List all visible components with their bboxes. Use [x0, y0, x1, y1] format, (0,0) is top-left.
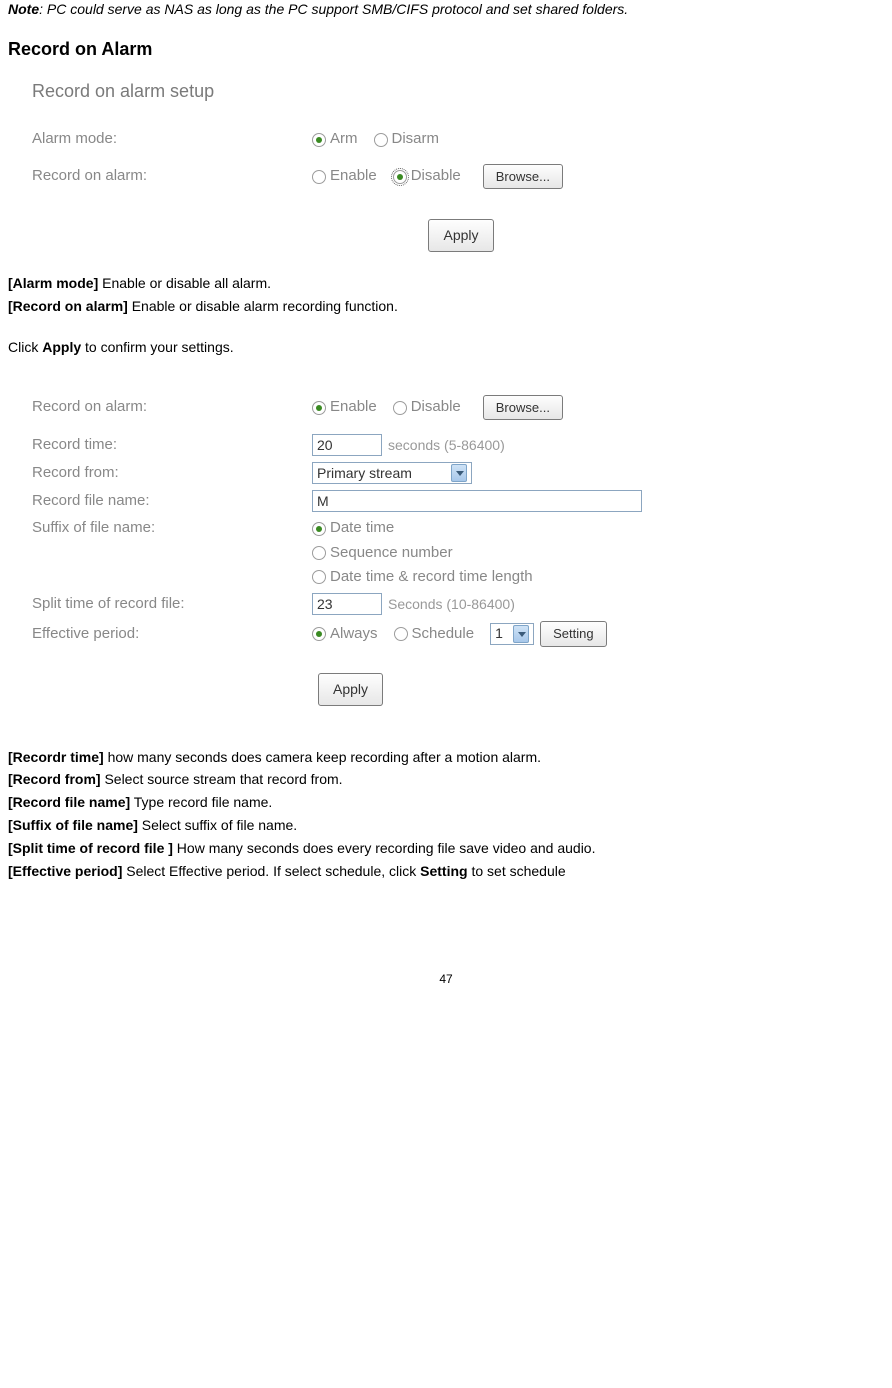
alarm-mode-label: Alarm mode: — [32, 129, 312, 149]
record-time-label: Record time: — [32, 435, 312, 455]
eff-always-radio[interactable] — [312, 627, 326, 641]
effective-label: Effective period: — [32, 624, 312, 644]
record-time-input[interactable] — [312, 434, 382, 456]
apply-post: to confirm your settings. — [81, 339, 234, 355]
enable-label: Enable — [330, 166, 377, 186]
rec-time-desc: [Recordr time] how many seconds does cam… — [8, 748, 884, 767]
disable-radio[interactable] — [393, 170, 407, 184]
record-on-alarm-detail-panel: Record on alarm: Enable Disable Browse..… — [8, 395, 884, 706]
suffix-label: Suffix of file name: — [32, 518, 312, 538]
alarm-mode-desc-text: Enable or disable all alarm. — [98, 275, 271, 291]
suffix-key: [Suffix of file name] — [8, 817, 138, 833]
eff-schedule-radio[interactable] — [394, 627, 408, 641]
suffix-text: Select suffix of file name. — [138, 817, 297, 833]
note-label: Note — [8, 1, 39, 17]
split-row: Split time of record file: Seconds (10-8… — [32, 593, 884, 615]
disarm-radio[interactable] — [374, 133, 388, 147]
record-from-select[interactable]: Primary stream — [312, 462, 472, 484]
suffix-datetime-label: Date time — [330, 518, 394, 538]
browse-button[interactable]: Browse... — [483, 164, 563, 190]
record-time-row: Record time: seconds (5-86400) — [32, 434, 884, 456]
roa-row: Record on alarm: Enable Disable Browse..… — [32, 395, 884, 421]
apply-bold: Apply — [42, 339, 81, 355]
file-name-text: Type record file name. — [130, 794, 272, 810]
apply-row: Apply — [32, 219, 884, 252]
disarm-label: Disarm — [392, 129, 440, 149]
split-text: How many seconds does every recording fi… — [173, 840, 596, 856]
record-on-alarm-label: Record on alarm: — [32, 166, 312, 186]
file-name-label: Record file name: — [32, 491, 312, 511]
page-number: 47 — [8, 971, 884, 987]
apply-row-2: Apply — [32, 673, 884, 706]
rec-time-text: how many seconds does camera keep record… — [104, 749, 541, 765]
record-on-alarm-desc-text: Enable or disable alarm recording functi… — [128, 298, 398, 314]
suffix-desc: [Suffix of file name] Select suffix of f… — [8, 816, 884, 835]
eff-schedule-select[interactable]: 1 — [490, 623, 534, 645]
effective-row: Effective period: Always Schedule 1 Sett… — [32, 621, 884, 647]
record-on-alarm-desc-key: [Record on alarm] — [8, 298, 128, 314]
roa-enable-radio[interactable] — [312, 401, 326, 415]
eff-schedule-label: Schedule — [412, 624, 475, 644]
suffix-dtlen-label: Date time & record time length — [330, 567, 533, 587]
disable-label: Disable — [411, 166, 461, 186]
rec-from-key: [Record from] — [8, 771, 101, 787]
chevron-down-icon — [451, 464, 467, 482]
roa-enable-label: Enable — [330, 397, 377, 417]
split-key: [Split time of record file ] — [8, 840, 173, 856]
record-on-alarm-setup-panel: Record on alarm setup Alarm mode: Arm Di… — [8, 79, 884, 252]
split-desc: [Split time of record file ] How many se… — [8, 839, 884, 858]
eff-setting-b: Setting — [420, 863, 467, 879]
eff-desc: [Effective period] Select Effective peri… — [8, 862, 884, 881]
apply-button[interactable]: Apply — [428, 219, 493, 252]
suffix-seq-radio[interactable] — [312, 546, 326, 560]
rec-time-key: [Recordr time] — [8, 749, 104, 765]
alarm-mode-desc: [Alarm mode] Enable or disable all alarm… — [8, 274, 884, 293]
eff-schedule-value: 1 — [495, 624, 503, 643]
record-time-hint: seconds (5-86400) — [388, 436, 505, 455]
record-on-alarm-desc: [Record on alarm] Enable or disable alar… — [8, 297, 884, 316]
rec-from-desc: [Record from] Select source stream that … — [8, 770, 884, 789]
rec-from-text: Select source stream that record from. — [101, 771, 343, 787]
file-name-row: Record file name: — [32, 490, 884, 512]
eff-t-post: to set schedule — [468, 863, 566, 879]
setting-button[interactable]: Setting — [540, 621, 606, 647]
section-title: Record on Alarm — [8, 37, 884, 61]
suffix-row-3: Date time & record time length — [32, 567, 884, 587]
eff-key: [Effective period] — [8, 863, 122, 879]
enable-radio[interactable] — [312, 170, 326, 184]
file-name-key: [Record file name] — [8, 794, 130, 810]
suffix-dtlen-radio[interactable] — [312, 570, 326, 584]
file-name-desc: [Record file name] Type record file name… — [8, 793, 884, 812]
suffix-row-2: Sequence number — [32, 543, 884, 563]
apply-instruction: Click Apply to confirm your settings. — [8, 338, 884, 357]
panel-title: Record on alarm setup — [32, 79, 884, 103]
split-input[interactable] — [312, 593, 382, 615]
record-from-row: Record from: Primary stream — [32, 462, 884, 484]
record-on-alarm-row: Record on alarm: Enable Disable Browse..… — [32, 164, 884, 190]
roa-label: Record on alarm: — [32, 397, 312, 417]
eff-always-label: Always — [330, 624, 378, 644]
suffix-row-1: Suffix of file name: Date time — [32, 518, 884, 538]
alarm-mode-row: Alarm mode: Arm Disarm — [32, 129, 884, 149]
note-text: : PC could serve as NAS as long as the P… — [39, 1, 628, 17]
apply-button-2[interactable]: Apply — [318, 673, 383, 706]
split-hint: Seconds (10-86400) — [388, 595, 515, 614]
arm-radio[interactable] — [312, 133, 326, 147]
note-line: Note: PC could serve as NAS as long as t… — [8, 0, 884, 19]
record-from-value: Primary stream — [317, 464, 412, 483]
split-label: Split time of record file: — [32, 594, 312, 614]
apply-pre: Click — [8, 339, 42, 355]
roa-disable-radio[interactable] — [393, 401, 407, 415]
roa-browse-button[interactable]: Browse... — [483, 395, 563, 421]
chevron-down-icon — [513, 625, 529, 643]
suffix-seq-label: Sequence number — [330, 543, 453, 563]
suffix-datetime-radio[interactable] — [312, 522, 326, 536]
arm-label: Arm — [330, 129, 358, 149]
roa-disable-label: Disable — [411, 397, 461, 417]
alarm-mode-desc-key: [Alarm mode] — [8, 275, 98, 291]
eff-t-pre: Select Effective period. If select sched… — [122, 863, 420, 879]
record-from-label: Record from: — [32, 463, 312, 483]
file-name-input[interactable] — [312, 490, 642, 512]
